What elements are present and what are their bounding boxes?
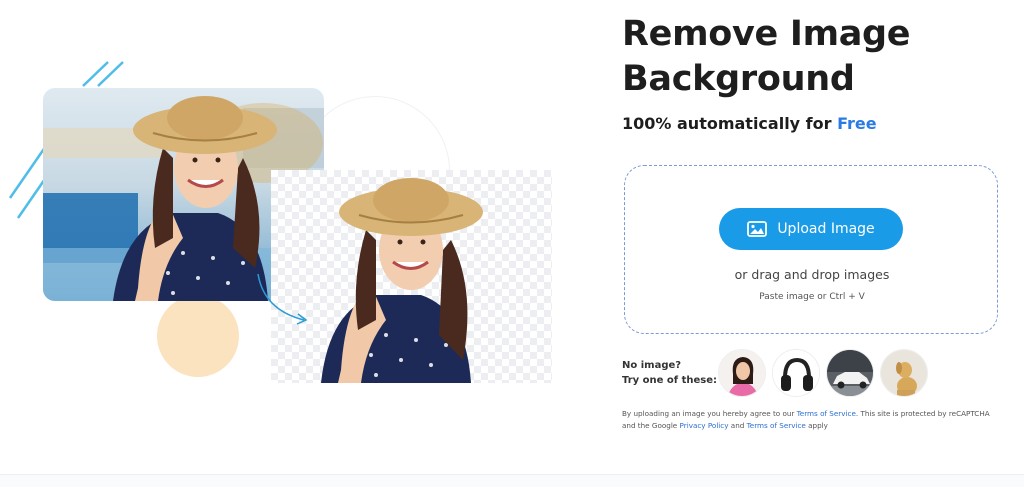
transform-arrow-icon	[257, 273, 308, 325]
sample-prompt-line-2: Try one of these:	[622, 375, 718, 386]
drag-drop-text: or drag and drop images	[734, 267, 890, 282]
drop-zone[interactable]: Upload Image or drag and drop images Pas…	[624, 165, 998, 334]
terms-of-service-link[interactable]: Terms of Service	[797, 409, 856, 418]
hero-illustration	[0, 0, 600, 487]
upload-image-button[interactable]: Upload Image	[719, 208, 903, 250]
privacy-policy-link[interactable]: Privacy Policy	[680, 421, 729, 430]
subtitle-text: 100% automatically for	[622, 114, 838, 133]
upload-button-label: Upload Image	[777, 221, 875, 237]
sample-woman[interactable]	[718, 349, 766, 397]
title-line-2: Background	[622, 59, 855, 99]
legal-text-1: By uploading an image you hereby agree t…	[622, 409, 797, 418]
sample-prompt: No image? Try one of these:	[622, 358, 717, 388]
decorative-peach-circle	[157, 295, 239, 377]
sample-dog[interactable]	[880, 349, 928, 397]
legal-text-4: apply	[805, 421, 828, 430]
subtitle: 100% automatically for Free	[622, 114, 877, 133]
page-title: Remove Image Background	[622, 12, 1012, 102]
footer-band	[0, 475, 1024, 487]
legal-notice: By uploading an image you hereby agree t…	[622, 408, 1002, 432]
title-line-1: Remove Image	[622, 14, 911, 54]
free-highlight: Free	[837, 114, 877, 133]
sample-headphones[interactable]	[772, 349, 820, 397]
paste-hint: Paste image or Ctrl + V	[759, 292, 865, 302]
sample-prompt-line-1: No image?	[622, 360, 682, 371]
image-icon	[747, 221, 768, 237]
legal-text-3: and	[728, 421, 747, 430]
terms-of-service-link-2[interactable]: Terms of Service	[747, 421, 806, 430]
upload-panel: Remove Image Background 100% automatical…	[622, 0, 1012, 487]
sample-car[interactable]	[826, 349, 874, 397]
sample-images	[718, 349, 928, 397]
